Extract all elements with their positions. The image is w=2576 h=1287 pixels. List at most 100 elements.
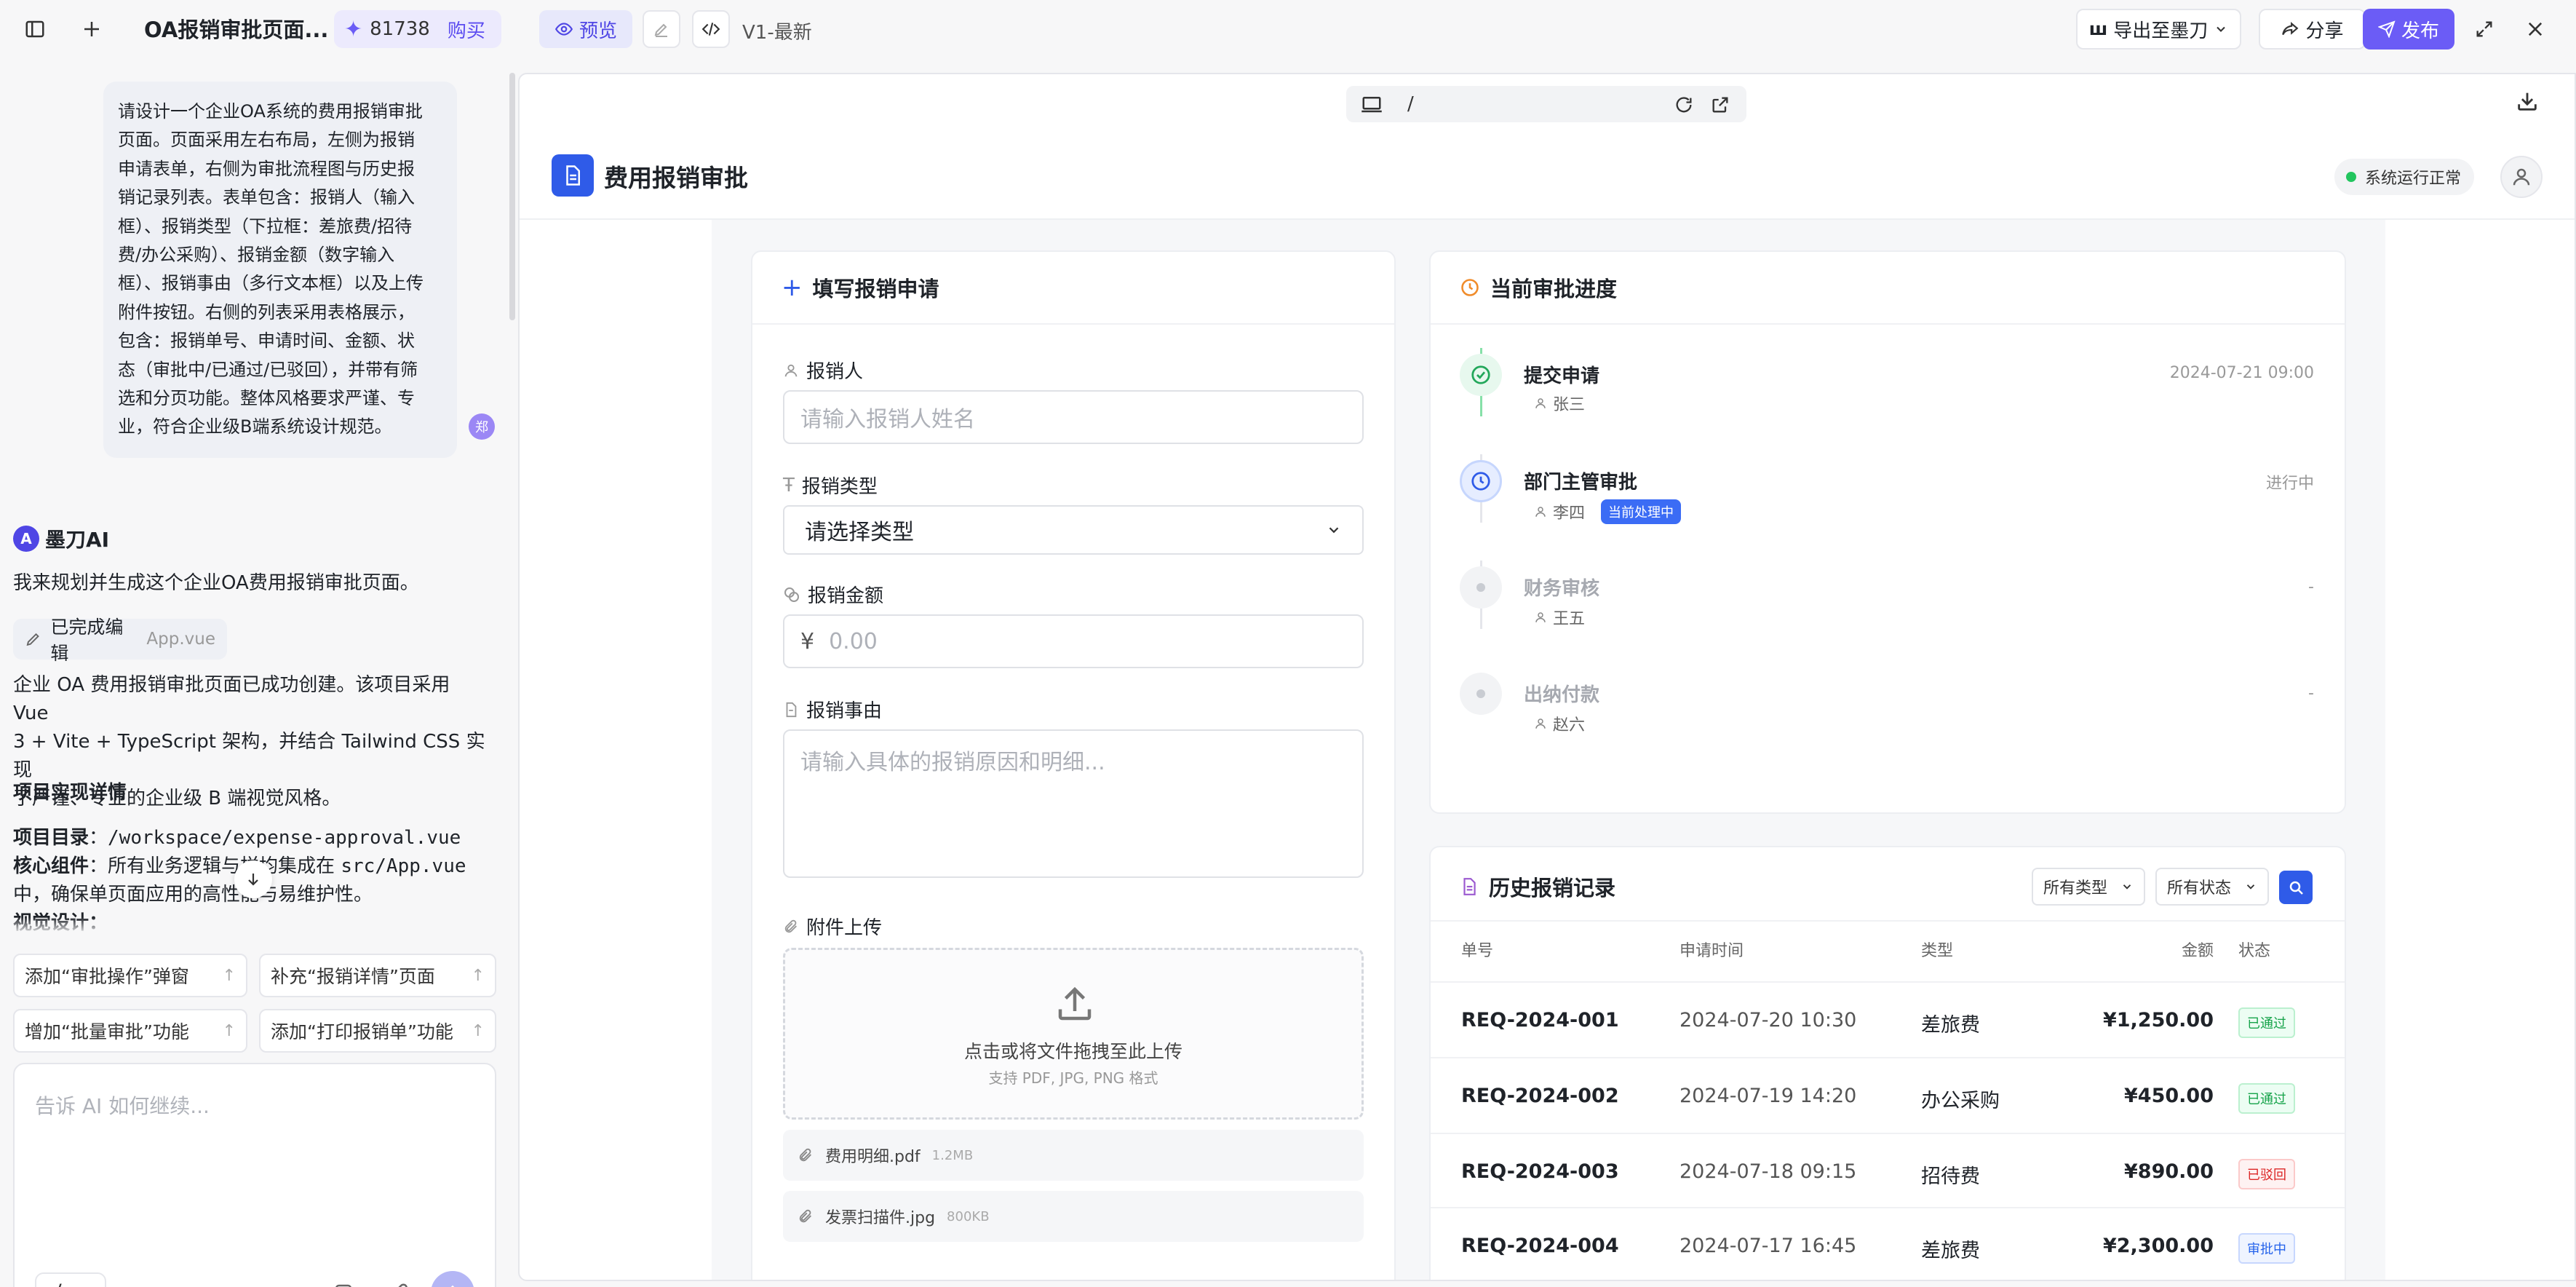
user-message: 请设计一个企业OA系统的费用报销审批 页面。页面采用左右布局，左侧为报销 申请表… (103, 82, 457, 458)
image-upload-icon[interactable] (329, 1278, 358, 1287)
export-button[interactable]: ꟺ 导出至墨刀 (2076, 9, 2241, 50)
clock-icon (1461, 279, 1479, 296)
preview-label: 预览 (579, 20, 617, 42)
amount-input[interactable]: ¥ 0.00 (783, 614, 1364, 668)
progress-title: 当前审批进度 (1490, 277, 1618, 301)
table-cell-time: 2024-07-18 09:15 (1679, 1160, 1857, 1183)
url-bar[interactable]: / (1346, 86, 1746, 122)
user-message-line: 态（审批中/已通过/已驳回），并带有筛 (118, 359, 418, 380)
send-button[interactable] (431, 1271, 474, 1287)
chat-fade (0, 917, 509, 935)
fullscreen-icon[interactable] (2465, 10, 2503, 48)
user-message-line: 费/办公采购）、报销金额（数字输入 (118, 245, 395, 266)
upload-dropzone[interactable]: 点击或将文件拖拽至此上传 支持 PDF, JPG, PNG 格式 (783, 948, 1364, 1120)
user-message-line: 页面。页面采用左右布局，左侧为报销 (118, 130, 415, 151)
table-cell-amount: ¥2,300.00 (2102, 1235, 2214, 1257)
code-view-button[interactable] (692, 10, 730, 48)
user-message-line: 选和分页功能。整体风格要求严谨、专 (118, 388, 415, 409)
edit-chip-file: App.vue (146, 630, 215, 649)
mode-selector[interactable]: ϟ (35, 1272, 106, 1287)
user-avatar-icon[interactable] (2500, 156, 2543, 198)
document-icon (552, 154, 594, 197)
paperclip-icon (799, 1148, 811, 1162)
suggestion-label: 增加“批量审批”功能 (25, 1021, 189, 1042)
attachment-item[interactable]: 费用明细.pdf 1.2MB (783, 1130, 1364, 1181)
device-icon (1361, 97, 1382, 113)
table-cell-type: 招待费 (1921, 1165, 1980, 1188)
step-user-name: 王五 (1553, 610, 1586, 628)
edit-mode-button[interactable] (643, 10, 680, 48)
attachment-item[interactable]: 发票扫描件.jpg 800KB (783, 1191, 1364, 1242)
status-dot (2346, 172, 2356, 182)
attachment-name: 费用明细.pdf (825, 1148, 921, 1166)
suggestion-chip[interactable]: 补充“报销详情”页面 ↑ (259, 954, 496, 997)
suggestion-chip[interactable]: 添加“审批操作”弹窗 ↑ (13, 954, 247, 997)
reason-textarea[interactable]: 请输入具体的报销原因和明细... (783, 729, 1364, 878)
edit-chip[interactable]: 已完成编辑 App.vue (13, 617, 227, 664)
scroll-down-button[interactable] (234, 860, 272, 898)
applicant-label: 报销人 (783, 357, 863, 384)
text-type-icon: Ŧ (783, 474, 795, 496)
type-select[interactable]: 请选择类型 (783, 505, 1364, 555)
status-badge: 已通过 (2238, 1007, 2295, 1038)
history-title: 历史报销记录 (1489, 876, 1616, 900)
suggestion-chip[interactable]: 添加“打印报销单”功能 ↑ (259, 1009, 496, 1053)
table-cell-id[interactable]: REQ-2024-001 (1461, 1009, 1619, 1031)
step-user-name: 张三 (1553, 396, 1586, 414)
suggestion-chip[interactable]: 增加“批量审批”功能 ↑ (13, 1009, 247, 1053)
type-filter-select[interactable]: 所有类型 (2032, 868, 2145, 906)
upload-label: 附件上传 (783, 913, 882, 940)
url-text: / (1407, 93, 1414, 115)
table-cell-id[interactable]: REQ-2024-003 (1461, 1160, 1619, 1183)
refresh-icon[interactable] (1674, 95, 1694, 115)
column-header: 类型 (1921, 942, 1954, 960)
lightning-icon: ϟ (55, 1281, 68, 1287)
new-chat-plus-icon[interactable] (73, 10, 111, 48)
pending-dot-icon (1460, 673, 1502, 715)
arrow-up-icon: ↑ (471, 1021, 485, 1040)
export-label: 导出至墨刀 (2113, 20, 2209, 42)
preview-button[interactable]: 预览 (539, 10, 632, 48)
buy-link[interactable]: 购买 (448, 16, 485, 43)
suggestion-label: 补充“报销详情”页面 (271, 966, 435, 987)
upload-label-text: 附件上传 (806, 917, 883, 939)
table-cell-id[interactable]: REQ-2024-002 (1461, 1085, 1619, 1107)
publish-button[interactable]: 发布 (2363, 9, 2454, 50)
table-cell-id[interactable]: REQ-2024-004 (1461, 1235, 1619, 1257)
column-header: 状态 (2238, 942, 2271, 960)
search-icon (2289, 881, 2303, 895)
external-link-icon[interactable] (1710, 95, 1730, 115)
user-icon (1535, 398, 1546, 408)
check-circle-icon (1460, 354, 1502, 396)
step-name: 出纳付款 (1524, 684, 1600, 706)
close-icon[interactable] (2516, 10, 2554, 48)
chat-input[interactable]: 告诉 AI 如何继续... ϟ (13, 1063, 496, 1287)
status-badge: 已驳回 (2238, 1159, 2295, 1189)
project-title[interactable]: OA报销审批页面... (144, 13, 328, 44)
plus-icon: + (782, 273, 803, 302)
paperclip-icon[interactable] (386, 1278, 415, 1287)
applicant-input[interactable]: 请输入报销人姓名 (783, 390, 1364, 444)
table-divider (1431, 981, 2345, 983)
summary-line: 企业 OA 费用报销审批页面已成功创建。该项目采用 Vue (13, 674, 450, 724)
search-button[interactable] (2279, 871, 2313, 904)
step-time: 2024-07-21 09:00 (2169, 364, 2314, 382)
user-message-line: 包含：报销单号、申请时间、金额、状 (118, 330, 415, 352)
table-cell-time: 2024-07-17 16:45 (1679, 1235, 1857, 1257)
download-icon[interactable] (2515, 89, 2540, 114)
column-header: 申请时间 (1679, 942, 1744, 960)
pen-icon (654, 23, 667, 37)
sidebar-toggle-icon[interactable] (16, 10, 54, 48)
table-divider (1431, 1133, 2345, 1134)
status-badge: 已通过 (2238, 1083, 2295, 1114)
share-button[interactable]: 分享 (2259, 9, 2366, 50)
core-code: src/App.vue (341, 855, 466, 877)
credits-pill[interactable]: ✦ 81738 购买 (334, 10, 501, 48)
step-user: 王五 (1534, 606, 1585, 629)
pending-dot-icon (1460, 566, 1502, 609)
version-label[interactable]: V1-最新 (742, 17, 812, 44)
step-user: 赵六 (1534, 712, 1585, 735)
chat-scrollbar[interactable] (509, 73, 515, 320)
amount-label-text: 报销金额 (808, 585, 884, 607)
status-filter-select[interactable]: 所有状态 (2155, 868, 2269, 906)
